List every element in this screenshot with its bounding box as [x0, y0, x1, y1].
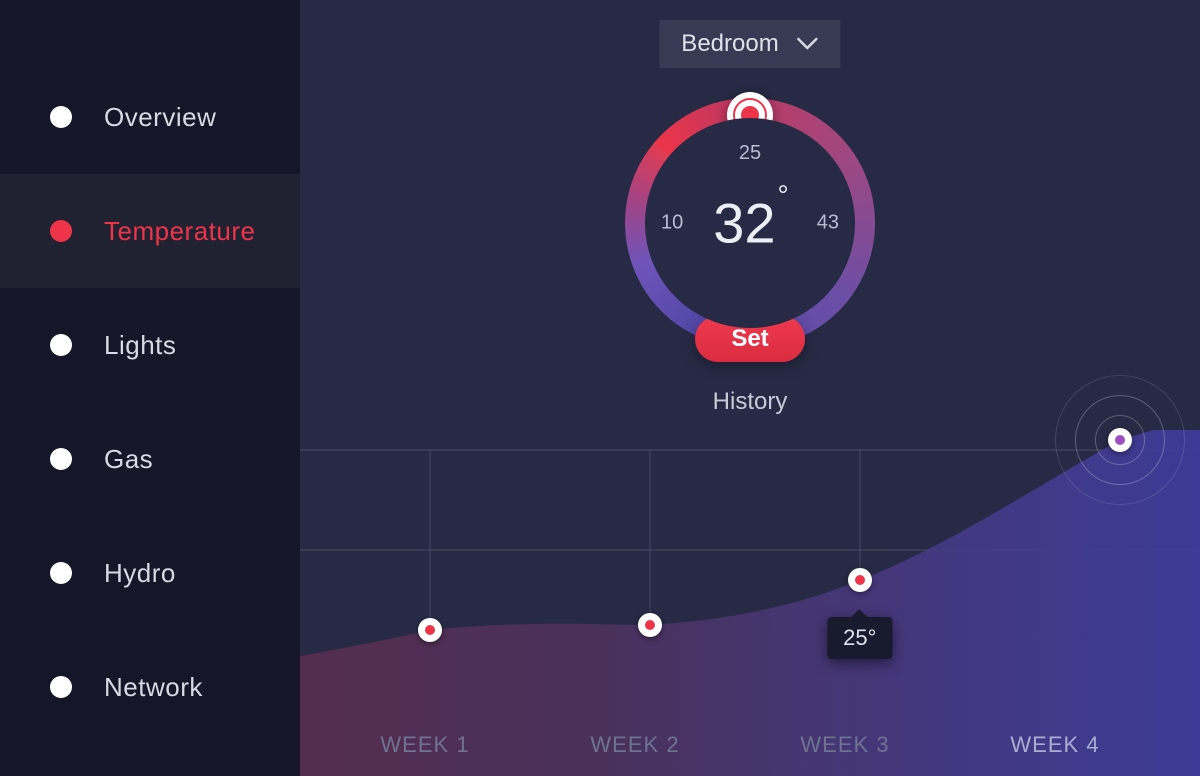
dial-value-right: 43 [817, 212, 839, 235]
sidebar-item-label: Lights [104, 330, 176, 361]
chart-point-week4[interactable] [1108, 428, 1132, 452]
sidebar: Overview Temperature Lights Gas Hydro Ne… [0, 0, 300, 776]
main-panel: Bedroom Set 25 10 43 32° [300, 0, 1200, 776]
sidebar-item-label: Hydro [104, 558, 176, 589]
bullet-icon [50, 106, 72, 128]
chart-xlabel: WEEK 1 [380, 732, 469, 758]
room-dropdown-label: Bedroom [681, 30, 778, 58]
set-button[interactable]: Set [695, 316, 805, 362]
bullet-icon [50, 220, 72, 242]
chart-tooltip-value: 25° [843, 625, 876, 650]
chart-point-week1[interactable] [418, 618, 442, 642]
chart-point-week3[interactable] [848, 568, 872, 592]
chart-tooltip: 25° [827, 617, 892, 659]
chart-point-week2[interactable] [638, 613, 662, 637]
bullet-icon [50, 334, 72, 356]
chevron-down-icon [797, 30, 819, 58]
chart-xlabel: WEEK 2 [590, 732, 679, 758]
chart-xlabel: WEEK 3 [800, 732, 889, 758]
chart-xlabel: WEEK 4 [1010, 732, 1099, 758]
sidebar-item-label: Gas [104, 444, 153, 475]
dial-center: 32° [713, 191, 787, 256]
dial-handle[interactable] [727, 92, 773, 138]
bullet-icon [50, 448, 72, 470]
temperature-dial[interactable]: Set 25 10 43 32° [605, 78, 895, 368]
chart-x-labels: WEEK 1 WEEK 2 WEEK 3 WEEK 4 [300, 732, 1200, 758]
dial-value-left: 10 [661, 212, 683, 235]
dial-center-value: 32 [713, 192, 775, 255]
sidebar-item-label: Temperature [104, 216, 255, 247]
history-heading: History [713, 388, 788, 416]
dial-value-top: 25 [739, 142, 761, 165]
sidebar-item-hydro[interactable]: Hydro [0, 516, 300, 630]
sidebar-item-temperature[interactable]: Temperature [0, 174, 300, 288]
sidebar-item-gas[interactable]: Gas [0, 402, 300, 516]
bullet-icon [50, 562, 72, 584]
sidebar-item-overview[interactable]: Overview [0, 60, 300, 174]
sidebar-item-network[interactable]: Network [0, 630, 300, 744]
history-chart: 25° WEEK 1 WEEK 2 WEEK 3 WEEK 4 [300, 430, 1200, 776]
room-dropdown[interactable]: Bedroom [659, 20, 840, 68]
sidebar-item-lights[interactable]: Lights [0, 288, 300, 402]
bullet-icon [50, 676, 72, 698]
sidebar-item-label: Network [104, 672, 203, 703]
degree-icon: ° [778, 180, 789, 211]
sidebar-item-label: Overview [104, 102, 216, 133]
